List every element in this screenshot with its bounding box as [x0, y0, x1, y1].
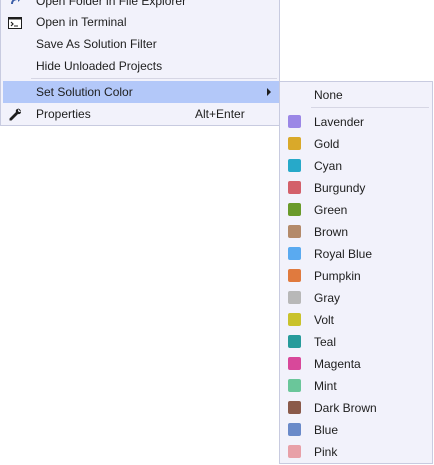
- color-option-volt[interactable]: Volt: [280, 309, 432, 331]
- color-option-mint[interactable]: Mint: [280, 375, 432, 397]
- context-menu: Open Folder in File Explorer Open in Ter…: [0, 0, 280, 126]
- color-option-label: Pink: [314, 445, 338, 459]
- screen: Open Folder in File Explorer Open in Ter…: [0, 0, 434, 465]
- color-option-label: Blue: [314, 423, 339, 437]
- color-option-label: Volt: [314, 313, 335, 327]
- color-swatch-icon: [288, 159, 301, 172]
- color-option-label: Lavender: [314, 115, 365, 129]
- color-option-lavender[interactable]: Lavender: [280, 111, 432, 133]
- menu-item-label: Set Solution Color: [36, 85, 133, 99]
- color-option-pumpkin[interactable]: Pumpkin: [280, 265, 432, 287]
- color-option-pink[interactable]: Pink: [280, 441, 432, 463]
- color-swatch-icon: [288, 137, 301, 150]
- color-option-label: Brown: [314, 225, 349, 239]
- color-option-gold[interactable]: Gold: [280, 133, 432, 155]
- menu-item-label: Save As Solution Filter: [36, 37, 157, 51]
- folder-arrow-icon: [8, 0, 22, 8]
- color-option-label: Green: [314, 203, 348, 217]
- menu-item-properties[interactable]: Properties Alt+Enter: [1, 103, 279, 125]
- color-swatch-icon: [288, 269, 301, 282]
- color-option-label: Magenta: [314, 357, 361, 371]
- submenu-separator: [311, 107, 429, 108]
- color-swatch-icon: [288, 247, 301, 260]
- color-option-none[interactable]: None: [280, 84, 432, 106]
- color-swatch-icon: [288, 335, 301, 348]
- color-swatch-icon: [288, 423, 301, 436]
- solution-color-submenu: None Lavender Gold Cyan Burgundy Green Brown R…: [279, 81, 433, 464]
- color-swatch-icon: [288, 313, 301, 326]
- color-option-label: Cyan: [314, 159, 343, 173]
- menu-item-hide-unloaded-projects[interactable]: Hide Unloaded Projects: [1, 55, 279, 77]
- color-swatch-icon: [288, 291, 301, 304]
- color-swatch-icon: [288, 379, 301, 392]
- color-option-dark-brown[interactable]: Dark Brown: [280, 397, 432, 419]
- wrench-icon: [8, 107, 22, 121]
- color-swatch-icon: [288, 445, 301, 458]
- color-option-blue[interactable]: Blue: [280, 419, 432, 441]
- color-option-label: Gray: [314, 291, 341, 305]
- color-option-label: Gold: [314, 137, 340, 151]
- color-option-green[interactable]: Green: [280, 199, 432, 221]
- menu-separator: [31, 78, 277, 79]
- color-option-brown[interactable]: Brown: [280, 221, 432, 243]
- color-option-label: Royal Blue: [314, 247, 373, 261]
- color-option-burgundy[interactable]: Burgundy: [280, 177, 432, 199]
- color-option-label: Pumpkin: [314, 269, 361, 283]
- color-option-label: Burgundy: [314, 181, 366, 195]
- menu-item-label: Properties: [36, 107, 91, 121]
- color-swatch-icon: [288, 357, 301, 370]
- color-option-gray[interactable]: Gray: [280, 287, 432, 309]
- color-swatch-icon: [288, 203, 301, 216]
- color-option-label: Teal: [314, 335, 337, 349]
- menu-item-save-as-solution-filter[interactable]: Save As Solution Filter: [1, 33, 279, 55]
- menu-item-label: Hide Unloaded Projects: [36, 59, 163, 73]
- color-option-royal-blue[interactable]: Royal Blue: [280, 243, 432, 265]
- color-swatch-icon: [288, 181, 301, 194]
- submenu-arrow-icon: [267, 88, 271, 96]
- color-option-label: None: [314, 88, 343, 102]
- color-option-cyan[interactable]: Cyan: [280, 155, 432, 177]
- menu-item-set-solution-color[interactable]: Set Solution Color: [3, 81, 279, 103]
- color-option-teal[interactable]: Teal: [280, 331, 432, 353]
- shortcut-label: Alt+Enter: [195, 107, 245, 121]
- menu-item-open-terminal[interactable]: Open in Terminal: [1, 11, 279, 33]
- color-swatch-icon: [288, 401, 301, 414]
- color-swatch-icon: [288, 225, 301, 238]
- color-option-label: Dark Brown: [314, 401, 377, 415]
- color-option-label: Mint: [314, 379, 337, 393]
- color-swatch-icon: [288, 115, 301, 128]
- color-option-magenta[interactable]: Magenta: [280, 353, 432, 375]
- menu-item-label: Open in Terminal: [36, 15, 127, 29]
- terminal-icon: [8, 15, 22, 29]
